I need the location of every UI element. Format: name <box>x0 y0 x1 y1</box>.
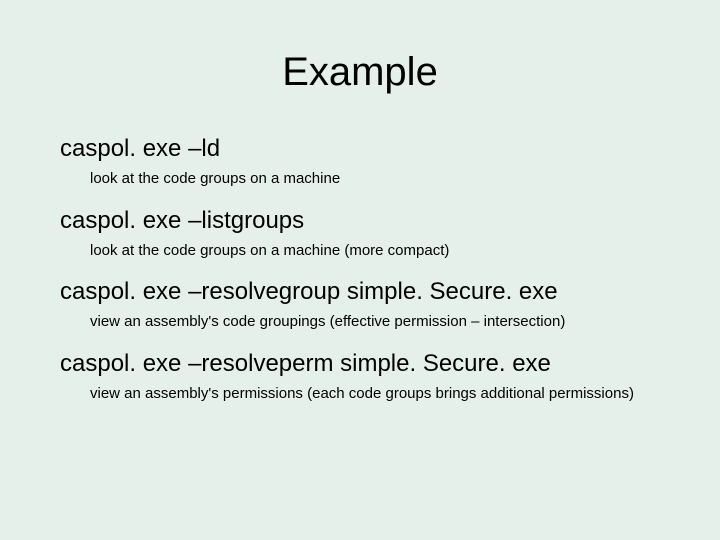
command-description: look at the code groups on a machine (mo… <box>90 241 660 261</box>
command-line: caspol. exe –resolvegroup simple. Secure… <box>60 278 660 306</box>
command-description: look at the code groups on a machine <box>90 169 660 189</box>
slide-title: Example <box>60 50 660 95</box>
slide: Example caspol. exe –ld look at the code… <box>0 0 720 540</box>
command-line: caspol. exe –listgroups <box>60 207 660 235</box>
command-description: view an assembly's code groupings (effec… <box>90 312 660 332</box>
command-line: caspol. exe –ld <box>60 135 660 163</box>
command-description: view an assembly's permissions (each cod… <box>90 384 660 404</box>
command-line: caspol. exe –resolveperm simple. Secure.… <box>60 350 660 378</box>
